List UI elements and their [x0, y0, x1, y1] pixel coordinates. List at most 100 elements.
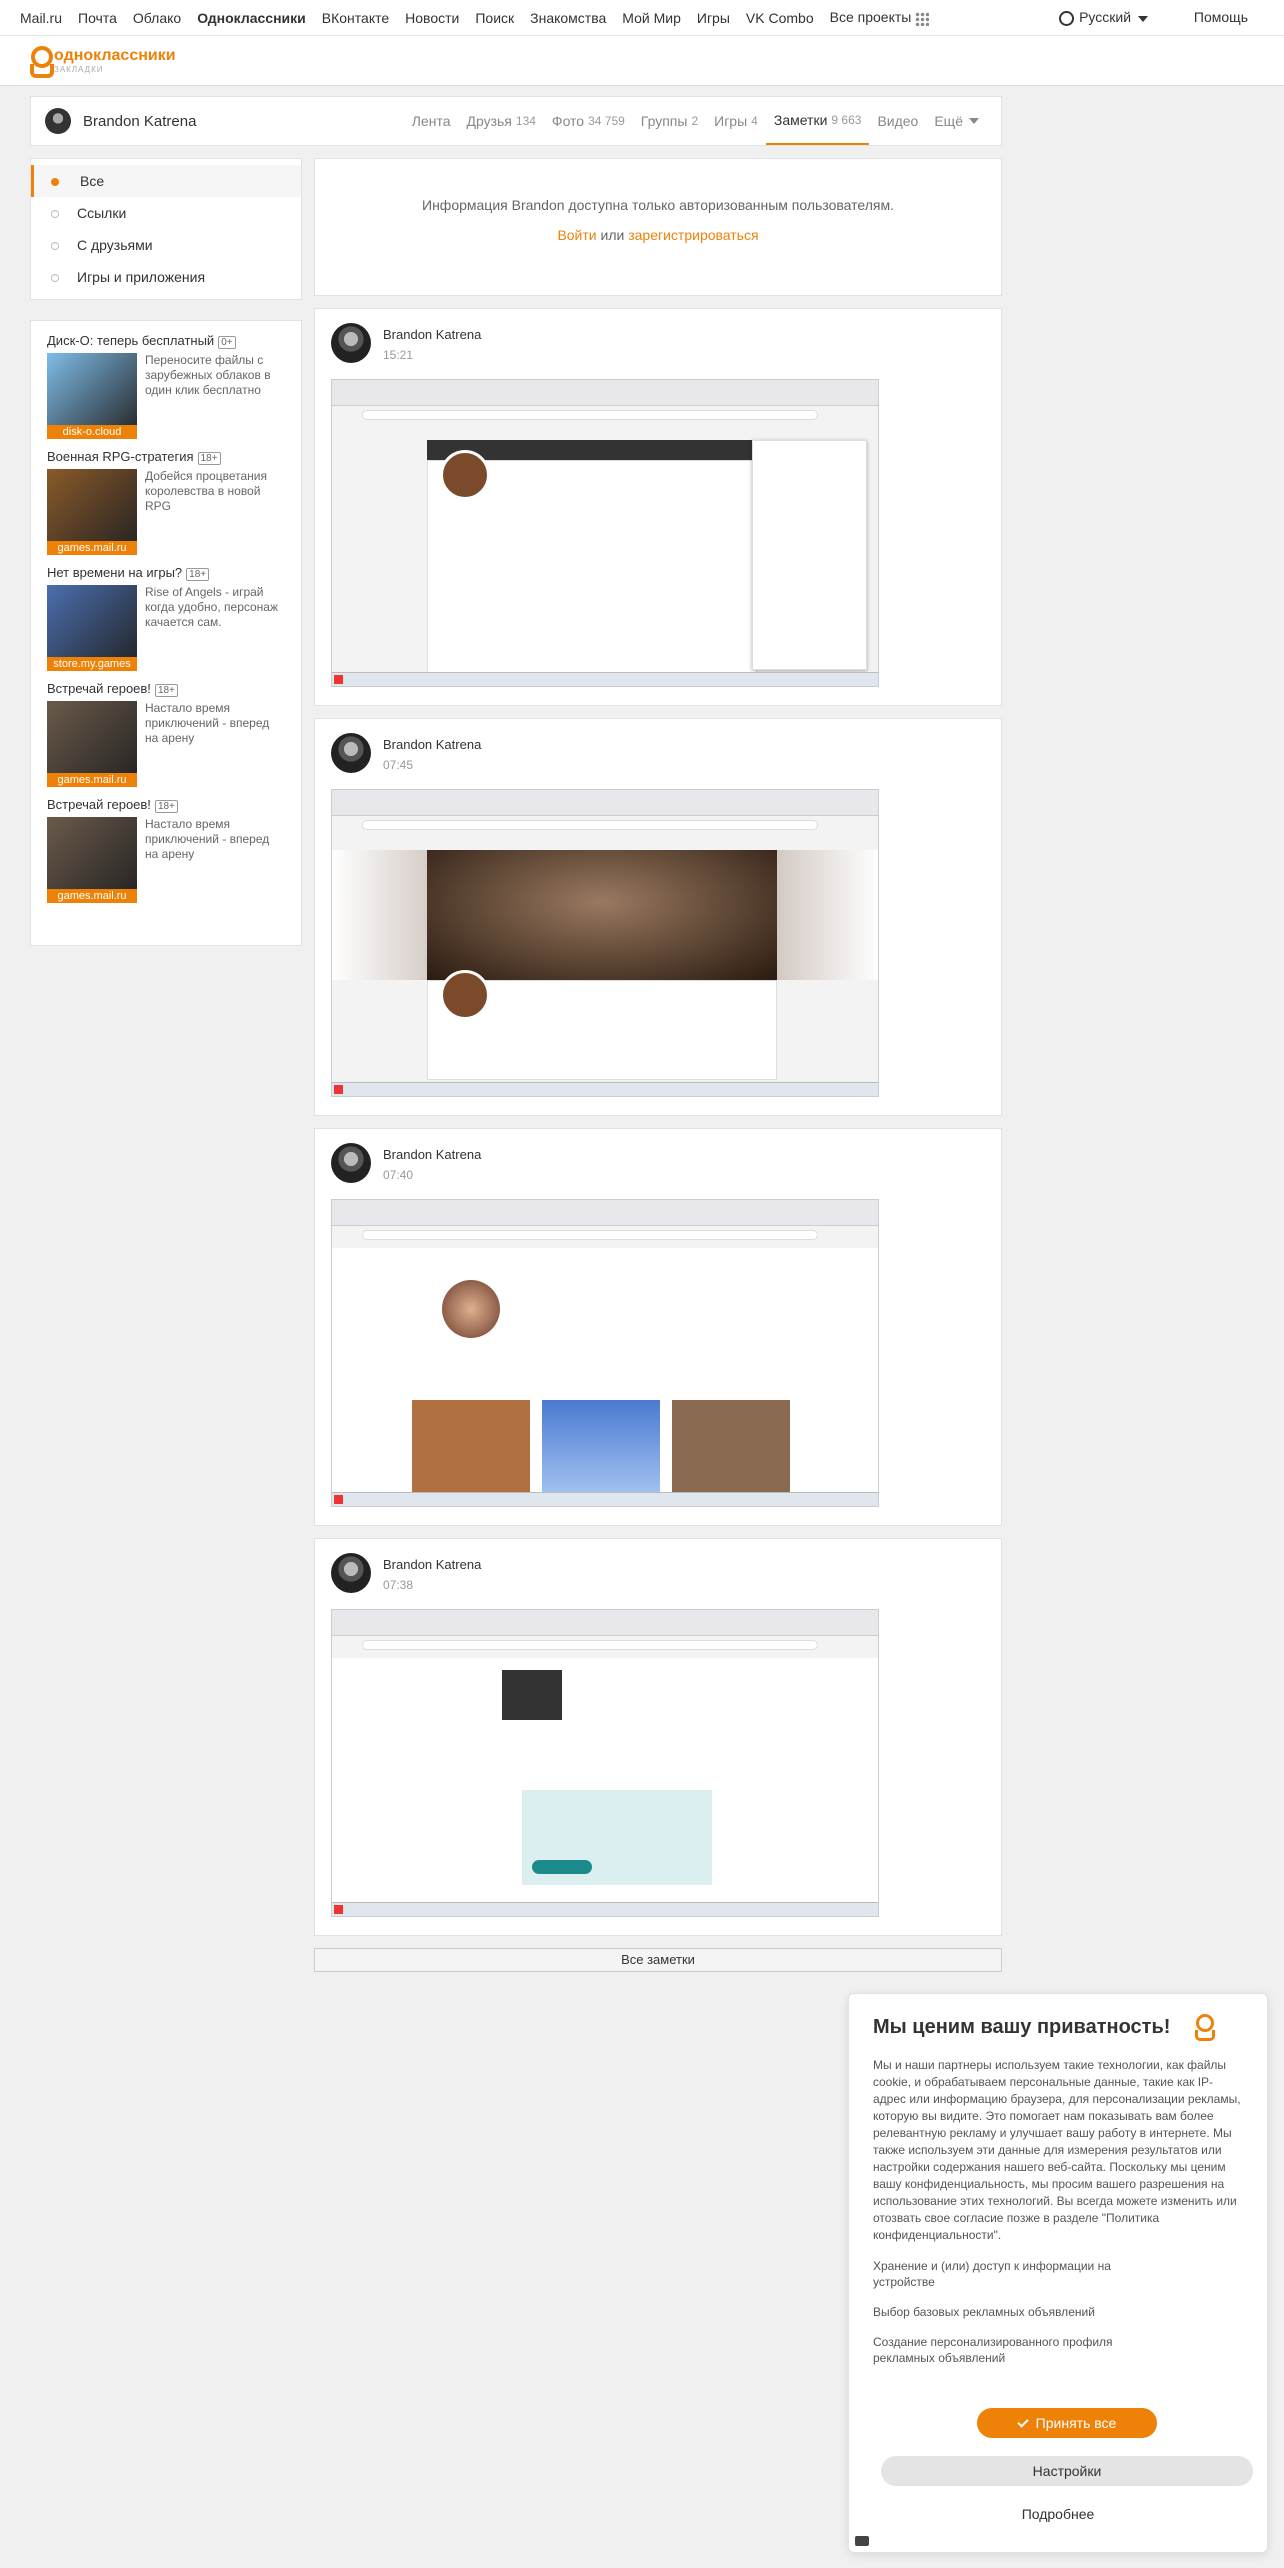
browser-chrome: [332, 380, 878, 406]
filter-with-friends[interactable]: С друзьями: [31, 229, 301, 261]
tab-groups[interactable]: Группы 2: [633, 97, 706, 145]
portal-link-mailru[interactable]: Mail.ru: [20, 10, 62, 26]
privacy-option-personalized-profile[interactable]: Создание персонализированного профиля ре…: [873, 2334, 1133, 2366]
notes-filter-nav: Все Ссылки С друзьями Игры и приложения: [30, 158, 302, 300]
portal-bar: Mail.ru Почта Облако Одноклассники ВКонт…: [0, 0, 1284, 36]
privacy-option-basic-ads[interactable]: Выбор базовых рекламных объявлений: [873, 2304, 1133, 2320]
ad-item[interactable]: Военная RPG-стратегия 18+ games.mail.ru Доб…: [47, 449, 285, 555]
browser-url-bar: [362, 1640, 818, 1650]
ads-block: Диск-О: теперь бесплатный 0+ disk-o.cloud П…: [30, 320, 302, 946]
tab-more[interactable]: Ещё: [926, 97, 987, 145]
post-screenshot[interactable]: [331, 379, 879, 687]
age-badge: 18+: [154, 684, 178, 697]
browser-chrome: [332, 1200, 878, 1226]
avatar[interactable]: [331, 323, 371, 363]
portal-link-vkcombo[interactable]: VK Combo: [746, 10, 814, 26]
browser-url-bar: [362, 820, 818, 830]
avatar[interactable]: [331, 733, 371, 773]
vk-icon: [855, 2536, 869, 2546]
avatar[interactable]: [331, 1143, 371, 1183]
privacy-settings-button[interactable]: Настройки: [881, 2456, 1253, 2486]
privacy-more-link[interactable]: Подробнее: [849, 2506, 1267, 2522]
accept-all-button[interactable]: Принять все: [977, 2408, 1157, 2438]
all-notes-button[interactable]: Все заметки: [314, 1948, 1002, 1972]
portal-link-all-projects[interactable]: Все проекты: [830, 9, 930, 26]
ad-image[interactable]: games.mail.ru: [47, 817, 137, 903]
post-screenshot[interactable]: [331, 1609, 879, 1917]
portal-link-vk[interactable]: ВКонтакте: [322, 10, 389, 26]
ad-item[interactable]: Встречай героев! 18+ games.mail.ru Настало …: [47, 797, 285, 903]
portal-link-myworld[interactable]: Мой Мир: [622, 10, 681, 26]
windows-taskbar: [332, 1082, 878, 1096]
ad-title: Встречай героев! 18+: [47, 797, 285, 813]
age-badge: 18+: [154, 800, 178, 813]
register-link[interactable]: зарегистрироваться: [628, 227, 758, 243]
help-link[interactable]: Помощь: [1194, 9, 1248, 25]
post-header: Brandon Katrena 15:21: [331, 323, 985, 367]
ad-source: games.mail.ru: [47, 541, 137, 555]
post-author[interactable]: Brandon Katrena: [383, 737, 481, 752]
ad-item[interactable]: Диск-О: теперь бесплатный 0+ disk-o.cloud П…: [47, 333, 285, 439]
ad-image[interactable]: games.mail.ru: [47, 701, 137, 787]
tab-notes[interactable]: Заметки 9 663: [765, 97, 870, 145]
windows-taskbar: [332, 1492, 878, 1506]
tab-friends[interactable]: Друзья 134: [458, 97, 543, 145]
portal-link-dating[interactable]: Знакомства: [530, 10, 606, 26]
ad-body: games.mail.ru Настало время приключений -…: [47, 701, 285, 787]
ad-title: Встречай героев! 18+: [47, 681, 285, 697]
language-selector[interactable]: Русский: [1059, 9, 1148, 26]
post-screenshot[interactable]: [331, 1199, 879, 1507]
ad-source: disk-o.cloud: [47, 425, 137, 439]
post-author[interactable]: Brandon Katrena: [383, 1557, 481, 1572]
ad-image[interactable]: store.my.games: [47, 585, 137, 671]
post-author[interactable]: Brandon Katrena: [383, 327, 481, 342]
post-screenshot[interactable]: [331, 789, 879, 1097]
ad-source: games.mail.ru: [47, 773, 137, 787]
ad-image[interactable]: disk-o.cloud: [47, 353, 137, 439]
filter-games-apps[interactable]: Игры и приложения: [31, 261, 301, 293]
tab-photos[interactable]: Фото 34 759: [544, 97, 633, 145]
post-time: 15:21: [383, 348, 414, 362]
portal-link-mail[interactable]: Почта: [78, 10, 117, 26]
ad-source: games.mail.ru: [47, 889, 137, 903]
filter-links[interactable]: Ссылки: [31, 197, 301, 229]
profile-tabs: Лента Друзья 134 Фото 34 759 Группы 2 Игры 4…: [404, 97, 987, 145]
avatar[interactable]: [331, 1553, 371, 1593]
globe-icon: [1059, 10, 1075, 26]
ok-logo-icon[interactable]: [28, 45, 54, 78]
post-header: Brandon Katrena 07:45: [331, 733, 985, 777]
portal-link-news[interactable]: Новости: [405, 10, 459, 26]
tab-feed[interactable]: Лента: [404, 97, 459, 145]
ad-item[interactable]: Встречай героев! 18+ games.mail.ru Настало …: [47, 681, 285, 787]
ad-title: Диск-О: теперь бесплатный 0+: [47, 333, 285, 349]
portal-link-games[interactable]: Игры: [697, 10, 730, 26]
ad-title: Нет времени на игры? 18+: [47, 565, 285, 581]
ad-body: games.mail.ru Добейся процветания королев…: [47, 469, 285, 555]
avatar[interactable]: [45, 108, 71, 134]
profile-name[interactable]: Brandon Katrena: [83, 113, 196, 130]
ad-source: store.my.games: [47, 657, 137, 671]
browser-chrome: [332, 1610, 878, 1636]
portal-link-ok[interactable]: Одноклассники: [197, 10, 306, 26]
privacy-option-storage[interactable]: Хранение и (или) доступ к информации на …: [873, 2258, 1133, 2290]
portal-right: Русский Помощь: [1059, 9, 1264, 26]
tab-games[interactable]: Игры 4: [706, 97, 766, 145]
ad-text: Rise of Angels - играй когда удобно, пер…: [145, 585, 279, 629]
note-post: Brandon Katrena 15:21: [314, 308, 1002, 706]
ad-image[interactable]: games.mail.ru: [47, 469, 137, 555]
browser-url-bar: [362, 410, 818, 420]
windows-taskbar: [332, 672, 878, 686]
brand-logo[interactable]: одноклассники ЗАКЛАДКИ: [54, 47, 176, 75]
windows-taskbar: [332, 1902, 878, 1916]
age-badge: 0+: [218, 336, 236, 349]
post-author[interactable]: Brandon Katrena: [383, 1147, 481, 1162]
ad-item[interactable]: Нет времени на игры? 18+ store.my.games Ris…: [47, 565, 285, 671]
tab-video[interactable]: Видео: [869, 97, 926, 145]
auth-notice-actions: Войти или зарегистрироваться: [315, 227, 1001, 243]
filter-all[interactable]: Все: [31, 165, 301, 197]
portal-link-cloud[interactable]: Облако: [133, 10, 181, 26]
chevron-down-icon: [1137, 16, 1148, 23]
portal-link-search[interactable]: Поиск: [475, 10, 514, 26]
login-link[interactable]: Войти: [557, 227, 596, 243]
post-time: 07:38: [383, 1578, 414, 1592]
